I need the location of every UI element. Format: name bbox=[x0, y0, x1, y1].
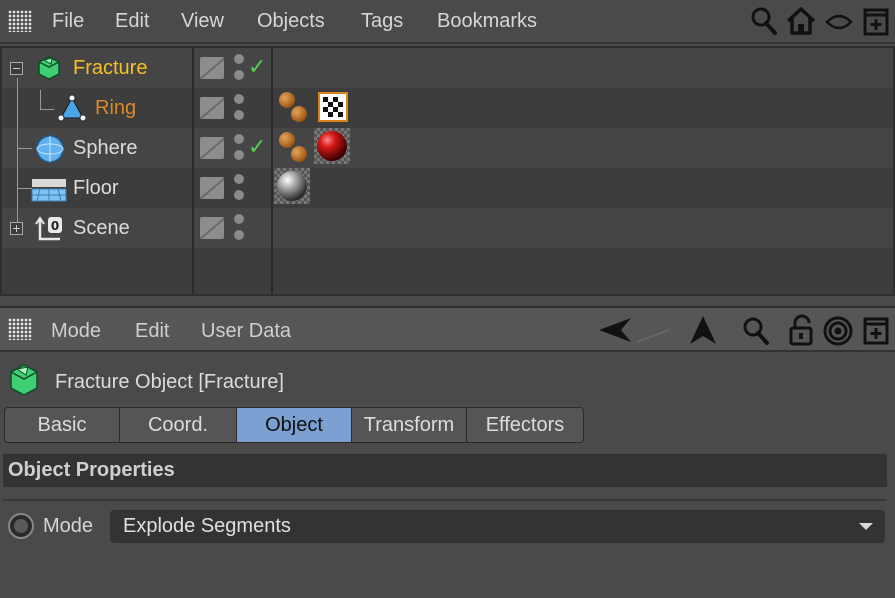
object-name-scene[interactable]: Scene bbox=[73, 217, 130, 240]
object-list-empty-area[interactable] bbox=[2, 248, 893, 294]
texture-tag-icon[interactable] bbox=[279, 92, 313, 126]
sphere-icon bbox=[36, 135, 64, 163]
visibility-toggle[interactable] bbox=[234, 214, 244, 244]
column-divider[interactable] bbox=[192, 48, 194, 294]
mode-select[interactable]: Explode Segments bbox=[110, 510, 885, 543]
tab-basic[interactable]: Basic bbox=[5, 408, 120, 442]
menu-edit[interactable]: Edit bbox=[135, 320, 169, 343]
back-arrow-icon[interactable] bbox=[597, 316, 633, 344]
forward-arrow-icon[interactable] bbox=[635, 316, 671, 344]
fracture-icon bbox=[10, 364, 38, 396]
floor-icon bbox=[31, 179, 67, 202]
new-panel-icon[interactable] bbox=[863, 317, 889, 345]
visibility-toggle[interactable] bbox=[234, 174, 244, 204]
home-icon[interactable] bbox=[785, 5, 817, 37]
mode-animate-radio[interactable] bbox=[8, 513, 34, 539]
visibility-toggle[interactable] bbox=[234, 134, 244, 164]
tab-transform[interactable]: Transform bbox=[352, 408, 467, 442]
section-header[interactable]: Object Properties bbox=[3, 454, 887, 487]
attribute-tabs: Basic Coord. Object Transform Effectors bbox=[4, 407, 584, 443]
texture-tag-icon[interactable] bbox=[279, 132, 313, 166]
expand-toggle-scene[interactable] bbox=[10, 222, 23, 235]
object-name-ring[interactable]: Ring bbox=[95, 97, 136, 120]
menu-view[interactable]: View bbox=[181, 10, 224, 33]
menu-file[interactable]: File bbox=[52, 10, 84, 33]
menu-mode[interactable]: Mode bbox=[51, 320, 101, 343]
chevron-down-icon bbox=[859, 523, 873, 530]
grey-material-icon[interactable] bbox=[274, 168, 310, 204]
object-name-sphere[interactable]: Sphere bbox=[73, 137, 138, 160]
enabled-check-icon[interactable]: ✓ bbox=[248, 135, 266, 160]
layer-box[interactable] bbox=[200, 57, 224, 79]
mode-select-value: Explode Segments bbox=[123, 515, 291, 537]
tree-line bbox=[17, 78, 18, 228]
attribute-title: Fracture Object [Fracture] bbox=[55, 371, 284, 393]
visibility-toggle[interactable] bbox=[234, 54, 244, 84]
object-row-floor[interactable] bbox=[2, 168, 893, 208]
attribute-manager-menubar: Mode Edit User Data bbox=[0, 306, 895, 352]
divider bbox=[3, 499, 887, 501]
menu-objects[interactable]: Objects bbox=[257, 10, 325, 33]
layer-box[interactable] bbox=[200, 217, 224, 239]
object-name-floor[interactable]: Floor bbox=[73, 177, 119, 200]
search-icon[interactable] bbox=[742, 316, 770, 346]
ring-spline-icon bbox=[57, 94, 87, 122]
object-name-fracture[interactable]: Fracture bbox=[73, 57, 147, 80]
new-panel-icon[interactable] bbox=[863, 8, 889, 36]
menu-bookmarks[interactable]: Bookmarks bbox=[437, 10, 537, 33]
tab-object[interactable]: Object bbox=[237, 408, 352, 442]
search-icon[interactable] bbox=[750, 6, 778, 36]
visibility-toggle[interactable] bbox=[234, 94, 244, 124]
svg-text:0: 0 bbox=[51, 219, 59, 233]
fracture-icon bbox=[38, 56, 60, 80]
object-row-scene[interactable] bbox=[2, 208, 893, 248]
up-arrow-icon[interactable] bbox=[688, 314, 718, 346]
tab-effectors[interactable]: Effectors bbox=[467, 408, 583, 442]
eye-icon[interactable] bbox=[825, 12, 853, 32]
panel-grip-icon[interactable] bbox=[8, 318, 32, 340]
tree-line bbox=[40, 90, 41, 110]
column-divider[interactable] bbox=[271, 48, 273, 294]
target-icon[interactable] bbox=[823, 316, 853, 346]
mode-label: Mode bbox=[43, 515, 94, 537]
scene-null-icon: 0 bbox=[35, 216, 62, 241]
lock-icon[interactable] bbox=[789, 314, 815, 346]
object-manager-menubar: File Edit View Objects Tags Bookmarks bbox=[0, 0, 895, 44]
tree-line bbox=[40, 109, 54, 110]
layer-box[interactable] bbox=[200, 97, 224, 119]
tree-line bbox=[17, 188, 32, 189]
menu-user-data[interactable]: User Data bbox=[201, 320, 291, 343]
red-material-icon[interactable] bbox=[314, 128, 350, 164]
tree-line bbox=[17, 148, 32, 149]
menu-tags[interactable]: Tags bbox=[361, 10, 403, 33]
panel-grip-icon[interactable] bbox=[8, 10, 32, 32]
enabled-check-icon[interactable]: ✓ bbox=[248, 55, 266, 80]
collapse-toggle-fracture[interactable] bbox=[10, 62, 23, 75]
section-title: Object Properties bbox=[8, 459, 175, 481]
object-list: Fracture Ring Sphere Floor 0 Scene ✓ ✓ bbox=[0, 46, 895, 296]
layer-box[interactable] bbox=[200, 177, 224, 199]
tab-coord[interactable]: Coord. bbox=[120, 408, 237, 442]
menu-edit[interactable]: Edit bbox=[115, 10, 149, 33]
layer-box[interactable] bbox=[200, 137, 224, 159]
checker-material-icon[interactable] bbox=[318, 92, 348, 122]
